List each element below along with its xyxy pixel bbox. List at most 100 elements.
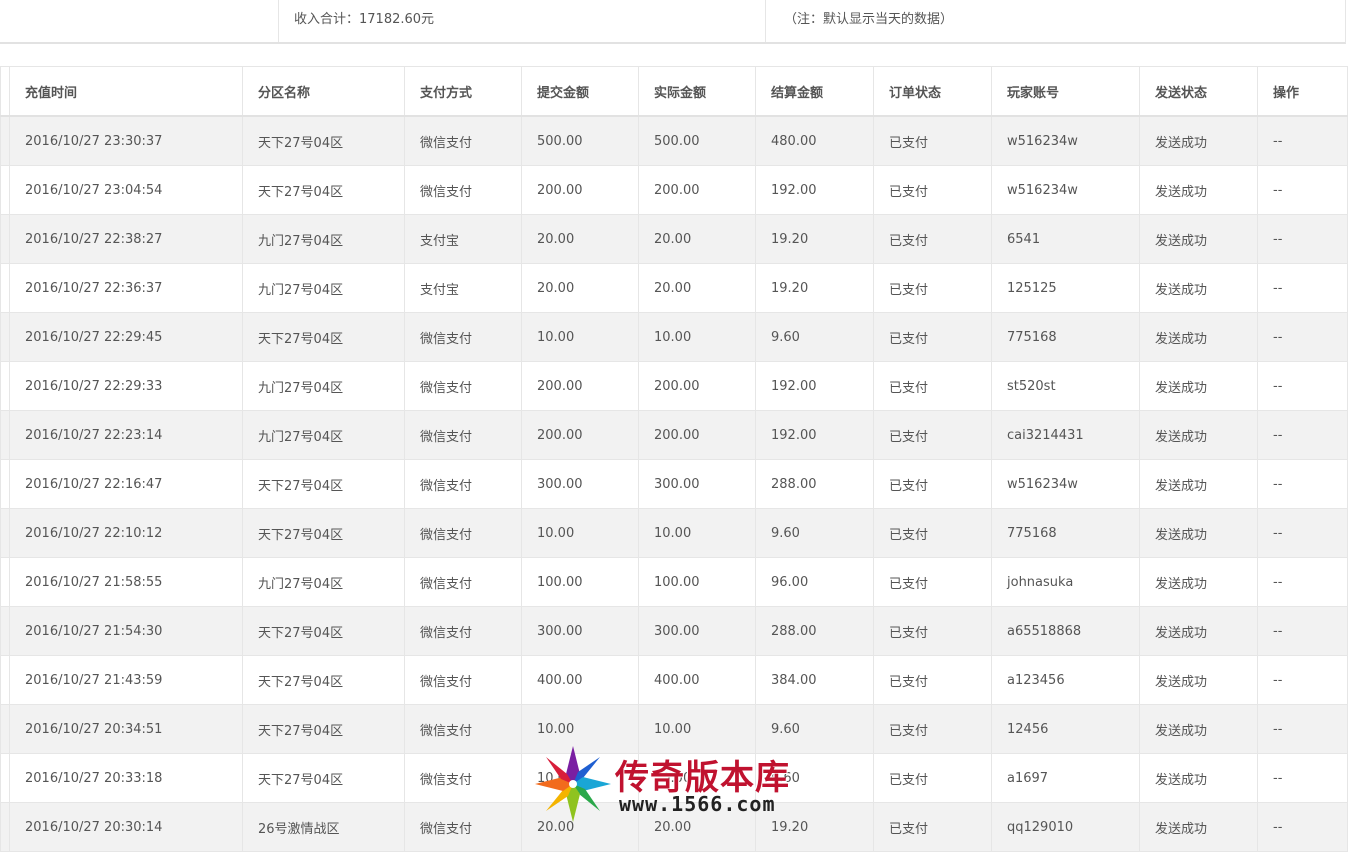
cell-order-status: 已支付 [873, 655, 992, 705]
cell-operation[interactable]: -- [1257, 312, 1348, 362]
cell-operation[interactable]: -- [1257, 361, 1348, 411]
cell-operation[interactable]: -- [1257, 557, 1348, 607]
cell-area-name: 九门27号04区 [242, 263, 405, 313]
cell-pay-method: 微信支付 [404, 704, 522, 754]
cell-order-status: 已支付 [873, 802, 992, 852]
cell-player-account: a1697 [991, 753, 1140, 803]
cell-area-name: 九门27号04区 [242, 410, 405, 460]
cell-operation[interactable]: -- [1257, 704, 1348, 754]
cell-actual-amount: 200.00 [638, 410, 756, 460]
cell-actual-amount: 400.00 [638, 655, 756, 705]
cell-submit-amount: 10.00 [521, 704, 639, 754]
cell-order-status: 已支付 [873, 557, 992, 607]
row-lead-cell [0, 802, 10, 852]
cell-settle-amount: 288.00 [755, 606, 874, 656]
cell-recharge-time: 2016/10/27 21:43:59 [9, 655, 243, 705]
cell-pay-method: 微信支付 [404, 165, 522, 215]
cell-recharge-time: 2016/10/27 22:23:14 [9, 410, 243, 460]
cell-order-status: 已支付 [873, 410, 992, 460]
cell-operation[interactable]: -- [1257, 410, 1348, 460]
cell-recharge-time: 2016/10/27 20:33:18 [9, 753, 243, 803]
header-settle-amount[interactable]: 结算金额 [755, 66, 874, 117]
cell-submit-amount: 20.00 [521, 802, 639, 852]
cell-submit-amount: 300.00 [521, 606, 639, 656]
cell-submit-amount: 100.00 [521, 557, 639, 607]
cell-order-status: 已支付 [873, 606, 992, 656]
cell-pay-method: 微信支付 [404, 753, 522, 803]
cell-operation[interactable]: -- [1257, 263, 1348, 313]
cell-submit-amount: 200.00 [521, 361, 639, 411]
table-row[interactable]: 2016/10/27 22:29:45 天下27号04区 微信支付 10.00 … [0, 312, 1348, 362]
cell-player-account: cai3214431 [991, 410, 1140, 460]
table-row[interactable]: 2016/10/27 22:23:14 九门27号04区 微信支付 200.00… [0, 410, 1348, 460]
cell-send-status: 发送成功 [1139, 508, 1258, 558]
cell-recharge-time: 2016/10/27 22:38:27 [9, 214, 243, 264]
row-lead-cell [0, 361, 10, 411]
table-row[interactable]: 2016/10/27 22:16:47 天下27号04区 微信支付 300.00… [0, 459, 1348, 509]
table-row[interactable]: 2016/10/27 20:34:51 天下27号04区 微信支付 10.00 … [0, 704, 1348, 754]
cell-area-name: 天下27号04区 [242, 655, 405, 705]
cell-area-name: 天下27号04区 [242, 312, 405, 362]
table-row[interactable]: 2016/10/27 23:04:54 天下27号04区 微信支付 200.00… [0, 165, 1348, 215]
table-row[interactable]: 2016/10/27 22:10:12 天下27号04区 微信支付 10.00 … [0, 508, 1348, 558]
row-lead-cell [0, 459, 10, 509]
header-pay-method[interactable]: 支付方式 [404, 66, 522, 117]
cell-area-name: 天下27号04区 [242, 704, 405, 754]
cell-actual-amount: 20.00 [638, 802, 756, 852]
header-submit-amount[interactable]: 提交金额 [521, 66, 639, 117]
header-area-name[interactable]: 分区名称 [242, 66, 405, 117]
cell-send-status: 发送成功 [1139, 704, 1258, 754]
cell-operation[interactable]: -- [1257, 655, 1348, 705]
header-order-status[interactable]: 订单状态 [873, 66, 992, 117]
table-row[interactable]: 2016/10/27 23:30:37 天下27号04区 微信支付 500.00… [0, 115, 1348, 166]
table-row[interactable]: 2016/10/27 22:36:37 九门27号04区 支付宝 20.00 2… [0, 263, 1348, 313]
cell-operation[interactable]: -- [1257, 165, 1348, 215]
cell-operation[interactable]: -- [1257, 115, 1348, 166]
cell-pay-method: 微信支付 [404, 361, 522, 411]
header-actual-amount[interactable]: 实际金额 [638, 66, 756, 117]
cell-player-account: a65518868 [991, 606, 1140, 656]
cell-operation[interactable]: -- [1257, 459, 1348, 509]
table-row[interactable]: 2016/10/27 21:54:30 天下27号04区 微信支付 300.00… [0, 606, 1348, 656]
cell-actual-amount: 10.00 [638, 312, 756, 362]
row-lead-cell [0, 312, 10, 362]
cell-send-status: 发送成功 [1139, 165, 1258, 215]
cell-operation[interactable]: -- [1257, 606, 1348, 656]
cell-settle-amount: 9.60 [755, 312, 874, 362]
header-send-status[interactable]: 发送状态 [1139, 66, 1258, 117]
cell-actual-amount: 10.00 [638, 508, 756, 558]
row-lead-cell [0, 753, 10, 803]
table-row[interactable]: 2016/10/27 20:33:18 天下27号04区 微信支付 10.00 … [0, 753, 1348, 803]
header-lead-cell [0, 66, 10, 117]
cell-area-name: 天下27号04区 [242, 459, 405, 509]
cell-send-status: 发送成功 [1139, 606, 1258, 656]
table-row[interactable]: 2016/10/27 21:58:55 九门27号04区 微信支付 100.00… [0, 557, 1348, 607]
cell-recharge-time: 2016/10/27 23:30:37 [9, 115, 243, 166]
cell-operation[interactable]: -- [1257, 214, 1348, 264]
table-row[interactable]: 2016/10/27 22:38:27 九门27号04区 支付宝 20.00 2… [0, 214, 1348, 264]
header-operation: 操作 [1257, 66, 1348, 117]
cell-send-status: 发送成功 [1139, 459, 1258, 509]
cell-operation[interactable]: -- [1257, 753, 1348, 803]
cell-settle-amount: 9.60 [755, 704, 874, 754]
cell-operation[interactable]: -- [1257, 508, 1348, 558]
cell-recharge-time: 2016/10/27 22:10:12 [9, 508, 243, 558]
cell-order-status: 已支付 [873, 115, 992, 166]
cell-pay-method: 支付宝 [404, 263, 522, 313]
cell-settle-amount: 96.00 [755, 557, 874, 607]
table-row[interactable]: 2016/10/27 21:43:59 天下27号04区 微信支付 400.00… [0, 655, 1348, 705]
cell-actual-amount: 300.00 [638, 459, 756, 509]
cell-recharge-time: 2016/10/27 22:16:47 [9, 459, 243, 509]
header-player-account[interactable]: 玩家账号 [991, 66, 1140, 117]
cell-player-account: 775168 [991, 312, 1140, 362]
cell-player-account: qq129010 [991, 802, 1140, 852]
recharge-table-container: 充值时间 分区名称 支付方式 提交金额 实际金额 结算金额 订单状态 玩家账号 … [0, 66, 1348, 852]
cell-operation[interactable]: -- [1257, 802, 1348, 852]
cell-settle-amount: 288.00 [755, 459, 874, 509]
header-recharge-time[interactable]: 充值时间 [9, 66, 243, 117]
cell-pay-method: 微信支付 [404, 115, 522, 166]
table-row[interactable]: 2016/10/27 22:29:33 九门27号04区 微信支付 200.00… [0, 361, 1348, 411]
table-body: 2016/10/27 23:30:37 天下27号04区 微信支付 500.00… [0, 115, 1348, 852]
table-row[interactable]: 2016/10/27 20:30:14 26号激情战区 微信支付 20.00 2… [0, 802, 1348, 852]
cell-recharge-time: 2016/10/27 21:58:55 [9, 557, 243, 607]
